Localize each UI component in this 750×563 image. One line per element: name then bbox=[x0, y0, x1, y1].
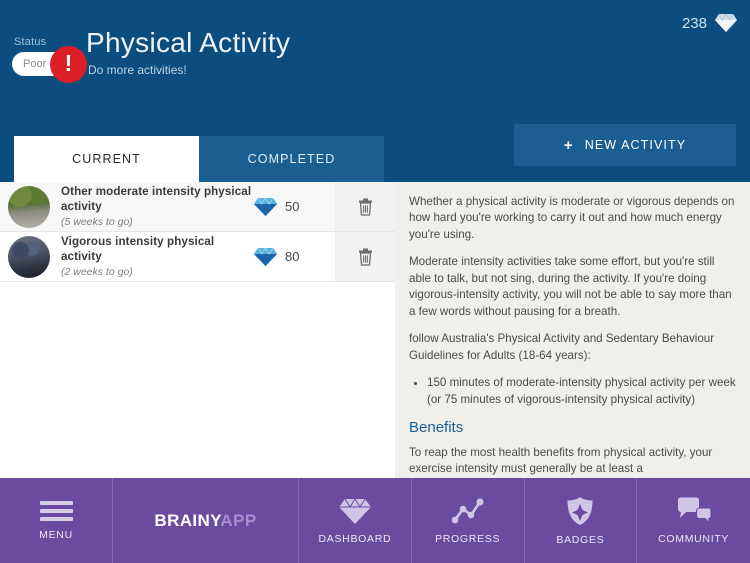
alert-glyph: ! bbox=[64, 50, 73, 76]
brand-logo[interactable]: BRAINYAPP bbox=[113, 478, 299, 563]
brand-secondary: APP bbox=[220, 510, 257, 530]
diamond-icon bbox=[253, 196, 278, 217]
info-paragraph-2: Moderate intensity activities take some … bbox=[409, 255, 732, 318]
plus-icon: + bbox=[563, 136, 574, 154]
points-value: 80 bbox=[285, 249, 300, 264]
trash-icon bbox=[358, 198, 373, 216]
delete-activity-button[interactable] bbox=[335, 232, 395, 281]
activity-points: 80 bbox=[253, 232, 335, 281]
new-activity-button[interactable]: + NEW ACTIVITY bbox=[514, 124, 736, 166]
content-area: Other moderate intensity physical activi… bbox=[0, 182, 750, 478]
activity-info: Other moderate intensity physical activi… bbox=[0, 182, 253, 231]
activity-texts: Vigorous intensity physical activity (2 … bbox=[61, 235, 253, 279]
hamburger-icon bbox=[39, 500, 73, 521]
brand-primary: BRAINY bbox=[154, 510, 221, 530]
nav-label-menu: MENU bbox=[39, 528, 73, 541]
nav-label-community: COMMUNITY bbox=[658, 532, 730, 545]
app-root: Status Poor ! Physical Activity Do more … bbox=[0, 0, 750, 563]
gem-counter: 238 bbox=[682, 13, 738, 33]
activity-texts: Other moderate intensity physical activi… bbox=[61, 185, 253, 229]
status-value: Poor bbox=[23, 58, 47, 70]
cycling-path-thumbnail bbox=[8, 185, 50, 228]
delete-activity-button[interactable] bbox=[335, 182, 395, 231]
brand-text: BRAINYAPP bbox=[154, 511, 256, 531]
diamond-icon bbox=[714, 13, 738, 33]
activity-subtitle: (5 weeks to go) bbox=[61, 216, 133, 229]
activity-info: Vigorous intensity physical activity (2 … bbox=[0, 232, 253, 281]
info-paragraph-4: To reap the most health benefits from ph… bbox=[409, 445, 713, 476]
table-row[interactable]: Other moderate intensity physical activi… bbox=[0, 182, 395, 232]
activity-title: Vigorous intensity physical activity bbox=[61, 234, 215, 263]
nav-item-menu[interactable]: MENU bbox=[0, 478, 113, 563]
tab-current[interactable]: CURRENT bbox=[14, 136, 199, 182]
activity-subtitle: (2 weeks to go) bbox=[61, 266, 133, 279]
page-title: Physical Activity bbox=[86, 27, 291, 58]
new-activity-label: NEW ACTIVITY bbox=[584, 138, 687, 152]
diamond-icon bbox=[338, 497, 372, 525]
nav-label-dashboard: DASHBOARD bbox=[318, 532, 392, 545]
nav-label-badges: BADGES bbox=[556, 533, 605, 546]
info-paragraph-3: follow Australia's Physical Activity and… bbox=[409, 332, 715, 362]
tab-completed[interactable]: COMPLETED bbox=[199, 136, 384, 182]
page-subtitle: Do more activities! bbox=[88, 63, 187, 77]
nav-item-progress[interactable]: PROGRESS bbox=[412, 478, 525, 563]
guidelines-list: 150 minutes of moderate-intensity physic… bbox=[409, 375, 736, 408]
list-item: 150 minutes of moderate-intensity physic… bbox=[427, 375, 736, 408]
info-panel[interactable]: Whether a physical activity is moderate … bbox=[395, 182, 750, 478]
page-header: Status Poor ! Physical Activity Do more … bbox=[0, 0, 750, 128]
info-paragraph-1: Whether a physical activity is moderate … bbox=[409, 195, 735, 241]
table-row[interactable]: Vigorous intensity physical activity (2 … bbox=[0, 232, 395, 282]
points-value: 50 bbox=[285, 199, 300, 214]
nav-item-dashboard[interactable]: DASHBOARD bbox=[299, 478, 412, 563]
activity-points: 50 bbox=[253, 182, 335, 231]
alert-icon: ! bbox=[50, 46, 87, 83]
activity-list: Other moderate intensity physical activi… bbox=[0, 182, 395, 478]
line-chart-icon bbox=[451, 497, 485, 525]
nav-label-progress: PROGRESS bbox=[435, 532, 501, 545]
tab-bar: CURRENT COMPLETED bbox=[14, 136, 384, 182]
chat-bubbles-icon bbox=[676, 497, 712, 525]
status-badge: Poor ! bbox=[12, 46, 87, 83]
nav-item-badges[interactable]: BADGES bbox=[525, 478, 638, 563]
nav-item-community[interactable]: COMMUNITY bbox=[637, 478, 750, 563]
diamond-icon bbox=[253, 246, 278, 267]
gem-count: 238 bbox=[681, 14, 707, 32]
shield-icon bbox=[566, 496, 594, 526]
trash-icon bbox=[358, 248, 373, 266]
activity-title: Other moderate intensity physical activi… bbox=[61, 184, 252, 213]
benefits-heading: Benefits bbox=[409, 418, 464, 436]
cycling-peloton-thumbnail bbox=[8, 235, 50, 278]
bottom-navigation: MENU BRAINYAPP DASHBOARD PROGRESS BADGES… bbox=[0, 478, 750, 563]
